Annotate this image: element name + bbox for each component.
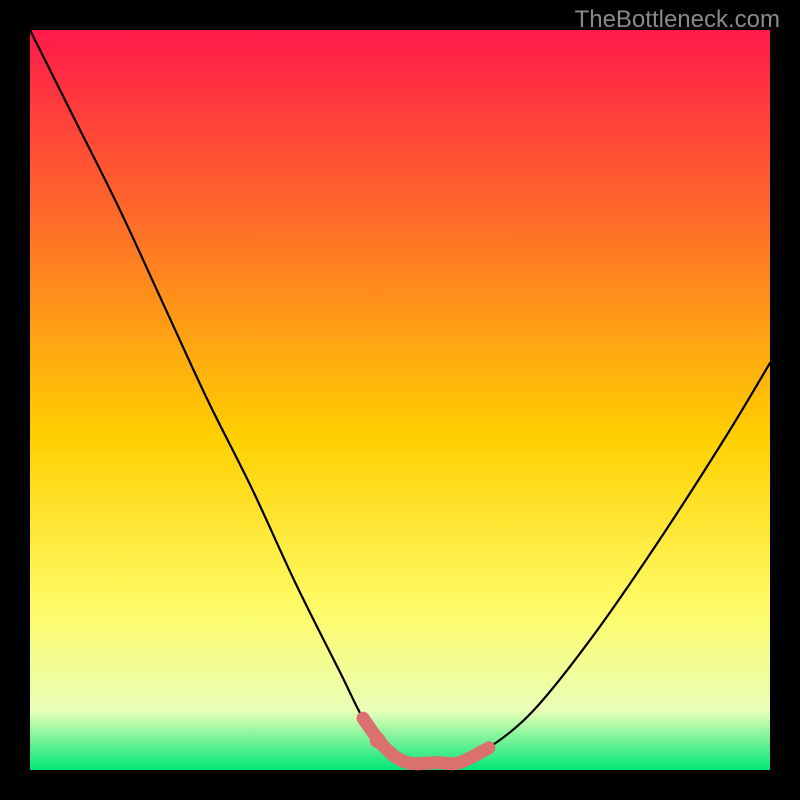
chart-container: TheBottleneck.com xyxy=(0,0,800,800)
plot-background xyxy=(30,30,770,770)
watermark: TheBottleneck.com xyxy=(575,6,780,34)
